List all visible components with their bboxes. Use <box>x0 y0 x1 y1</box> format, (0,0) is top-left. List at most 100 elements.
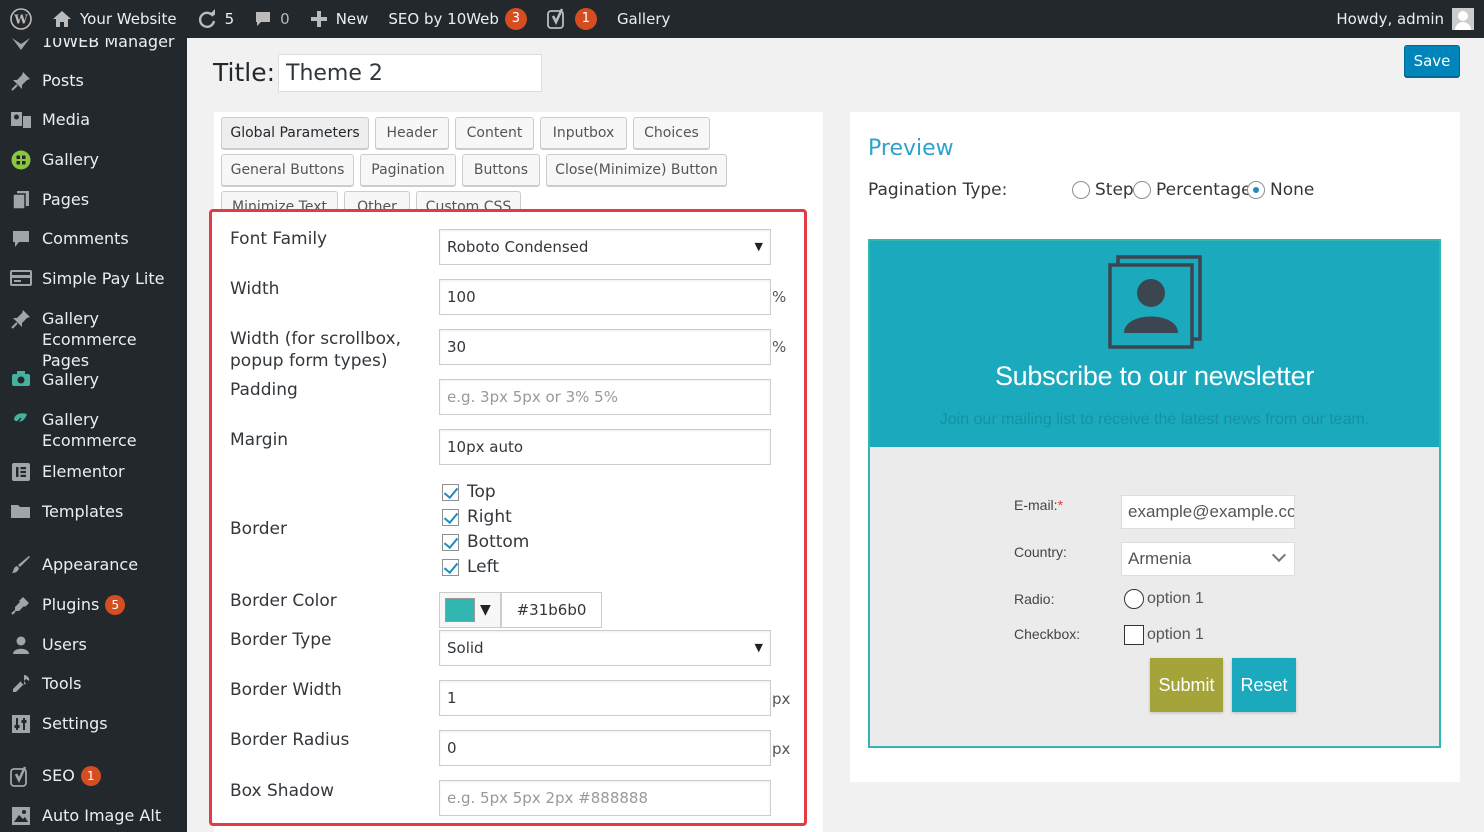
title-input[interactable] <box>278 54 542 92</box>
sidebar-item-templates[interactable]: Templates <box>0 501 187 522</box>
save-button[interactable]: Save <box>1404 45 1460 77</box>
border-right-checkbox[interactable]: Right <box>442 507 512 527</box>
country-select[interactable]: Armenia <box>1121 542 1295 576</box>
pagination-step-label: Step <box>1095 180 1134 200</box>
seo-label: SEO by 10Web <box>388 10 499 28</box>
padding-input[interactable]: e.g. 3px 5px or 3% 5% <box>439 379 771 415</box>
width-scrollbox-input[interactable]: 30 <box>439 329 771 365</box>
border-right-label: Right <box>467 507 512 527</box>
caret-down-icon: ▼ <box>480 602 491 618</box>
box-shadow-placeholder: e.g. 5px 5px 2px #888888 <box>447 789 649 807</box>
border-bottom-checkbox[interactable]: Bottom <box>442 532 529 552</box>
yoast-icon <box>547 8 569 30</box>
sidebar-item-10web-manager[interactable]: 10WEB Manager <box>0 38 187 52</box>
border-bottom-label: Bottom <box>467 532 530 552</box>
wordpress-logo-icon[interactable]: W <box>0 0 42 38</box>
sidebar-item-plugins[interactable]: Plugins 5 <box>0 594 187 615</box>
tab-pagination[interactable]: Pagination <box>360 154 456 186</box>
form-checkbox-option-label: option 1 <box>1147 626 1204 643</box>
border-width-input[interactable]: 1 <box>439 680 771 716</box>
pagination-none-radio[interactable]: None <box>1247 180 1314 200</box>
border-radius-input[interactable]: 0 <box>439 730 771 766</box>
new-content-link[interactable]: New <box>300 0 379 38</box>
comments-link[interactable]: 0 <box>244 0 300 38</box>
submit-button[interactable]: Submit <box>1150 658 1223 712</box>
sidebar-item-users[interactable]: Users <box>0 634 187 655</box>
updates-link[interactable]: 5 <box>187 0 245 38</box>
sidebar-item-media[interactable]: Media <box>0 109 187 130</box>
width-label: Width <box>230 279 280 299</box>
sidebar-item-gallery-ecommerce-pages[interactable]: Gallery Ecommerce Pages <box>0 308 187 371</box>
border-color-input[interactable]: #31b6b0 <box>501 592 602 628</box>
sidebar-item-gallery-photo[interactable]: Gallery <box>0 369 187 390</box>
sidebar-item-settings[interactable]: Settings <box>0 713 187 734</box>
tab-content[interactable]: Content <box>455 117 534 149</box>
margin-input[interactable]: 10px auto <box>439 429 771 465</box>
radio-icon <box>1124 589 1144 609</box>
country-label: Country: <box>1014 544 1067 560</box>
sidebar-item-posts[interactable]: Posts <box>0 70 187 91</box>
border-top-checkbox[interactable]: Top <box>442 482 496 502</box>
tab-header[interactable]: Header <box>375 117 449 149</box>
tab-global-parameters[interactable]: Global Parameters <box>221 117 369 149</box>
sidebar-item-appearance[interactable]: Appearance <box>0 554 187 575</box>
elementor-icon <box>0 461 42 482</box>
font-family-select[interactable]: Roboto Condensed ▼ <box>439 229 771 265</box>
chevron-down-icon <box>1271 547 1287 563</box>
border-label: Border <box>230 519 287 539</box>
sidebar-item-label: Gallery Ecommerce <box>42 410 137 450</box>
sidebar-item-label: Users <box>42 635 87 654</box>
sidebar-item-tools[interactable]: Tools <box>0 673 187 694</box>
sidebar-item-label: Pages <box>42 190 90 209</box>
sidebar-item-comments[interactable]: Comments <box>0 228 187 249</box>
sidebar-item-elementor[interactable]: Elementor <box>0 461 187 482</box>
site-name-link[interactable]: Your Website <box>42 0 187 38</box>
email-input[interactable]: example@example.com <box>1121 495 1295 529</box>
border-top-label: Top <box>467 482 496 502</box>
width-scrollbox-unit: % <box>772 338 787 356</box>
padding-placeholder: e.g. 3px 5px or 3% 5% <box>447 388 618 406</box>
tab-general-buttons[interactable]: General Buttons <box>221 154 354 186</box>
width-scrollbox-label: Width (for scrollbox, popup form types) <box>230 329 402 371</box>
sidebar-item-pages[interactable]: Pages <box>0 189 187 210</box>
pagination-step-radio[interactable]: Step <box>1072 180 1134 200</box>
sidebar-item-auto-image-alt[interactable]: Auto Image Alt <box>0 805 187 826</box>
sidebar-item-gallery[interactable]: Gallery <box>0 149 187 170</box>
sidebar-item-seo[interactable]: SEO 1 <box>0 765 187 788</box>
border-type-select[interactable]: Solid ▼ <box>439 630 771 666</box>
sidebar-item-label: Settings <box>42 714 108 733</box>
plus-icon <box>310 10 328 28</box>
sidebar-item-label: SEO 1 <box>42 765 187 786</box>
tab-buttons[interactable]: Buttons <box>462 154 540 186</box>
width-input[interactable]: 100 <box>439 279 771 315</box>
tab-close-minimize-button[interactable]: Close(Minimize) Button <box>546 154 727 186</box>
border-left-checkbox[interactable]: Left <box>442 557 499 577</box>
checkbox-checked-icon <box>442 508 459 526</box>
preview-title: Preview <box>868 136 954 161</box>
contacts-icon <box>1108 255 1202 349</box>
tab-inputbox[interactable]: Inputbox <box>540 117 627 149</box>
border-radius-value: 0 <box>447 739 457 757</box>
border-type-value: Solid <box>447 639 484 657</box>
border-color-picker[interactable]: ▼ <box>439 592 501 628</box>
global-parameters-options: Font Family Roboto Condensed ▼ Width 100… <box>209 209 807 826</box>
form-checkbox-option[interactable]: option 1 <box>1124 625 1204 645</box>
border-type-label: Border Type <box>230 630 332 650</box>
yoast-count-badge: 1 <box>574 8 597 30</box>
sidebar-item-gallery-ecommerce[interactable]: Gallery Ecommerce <box>0 409 187 451</box>
form-radio-option[interactable]: option 1 <box>1124 589 1204 609</box>
reset-button[interactable]: Reset <box>1232 658 1296 712</box>
my-account-link[interactable]: Howdy, admin <box>1336 8 1484 30</box>
pagination-percentage-radio[interactable]: Percentage <box>1133 180 1252 200</box>
comment-icon <box>0 228 42 249</box>
yoast-link[interactable]: 1 <box>537 0 607 38</box>
sidebar-item-label: Simple Pay Lite <box>42 269 165 288</box>
gallery-link[interactable]: Gallery <box>607 0 680 38</box>
seo-10web-link[interactable]: SEO by 10Web 3 <box>378 0 537 38</box>
seo-count-badge: 3 <box>504 8 527 30</box>
border-radius-unit: px <box>772 740 791 758</box>
tab-choices[interactable]: Choices <box>633 117 710 149</box>
box-shadow-input[interactable]: e.g. 5px 5px 2px #888888 <box>439 780 771 816</box>
admin-sidebar: 10WEB Manager Posts Media Gallery Pages … <box>0 38 187 832</box>
sidebar-item-simple-pay-lite[interactable]: Simple Pay Lite <box>0 268 187 289</box>
